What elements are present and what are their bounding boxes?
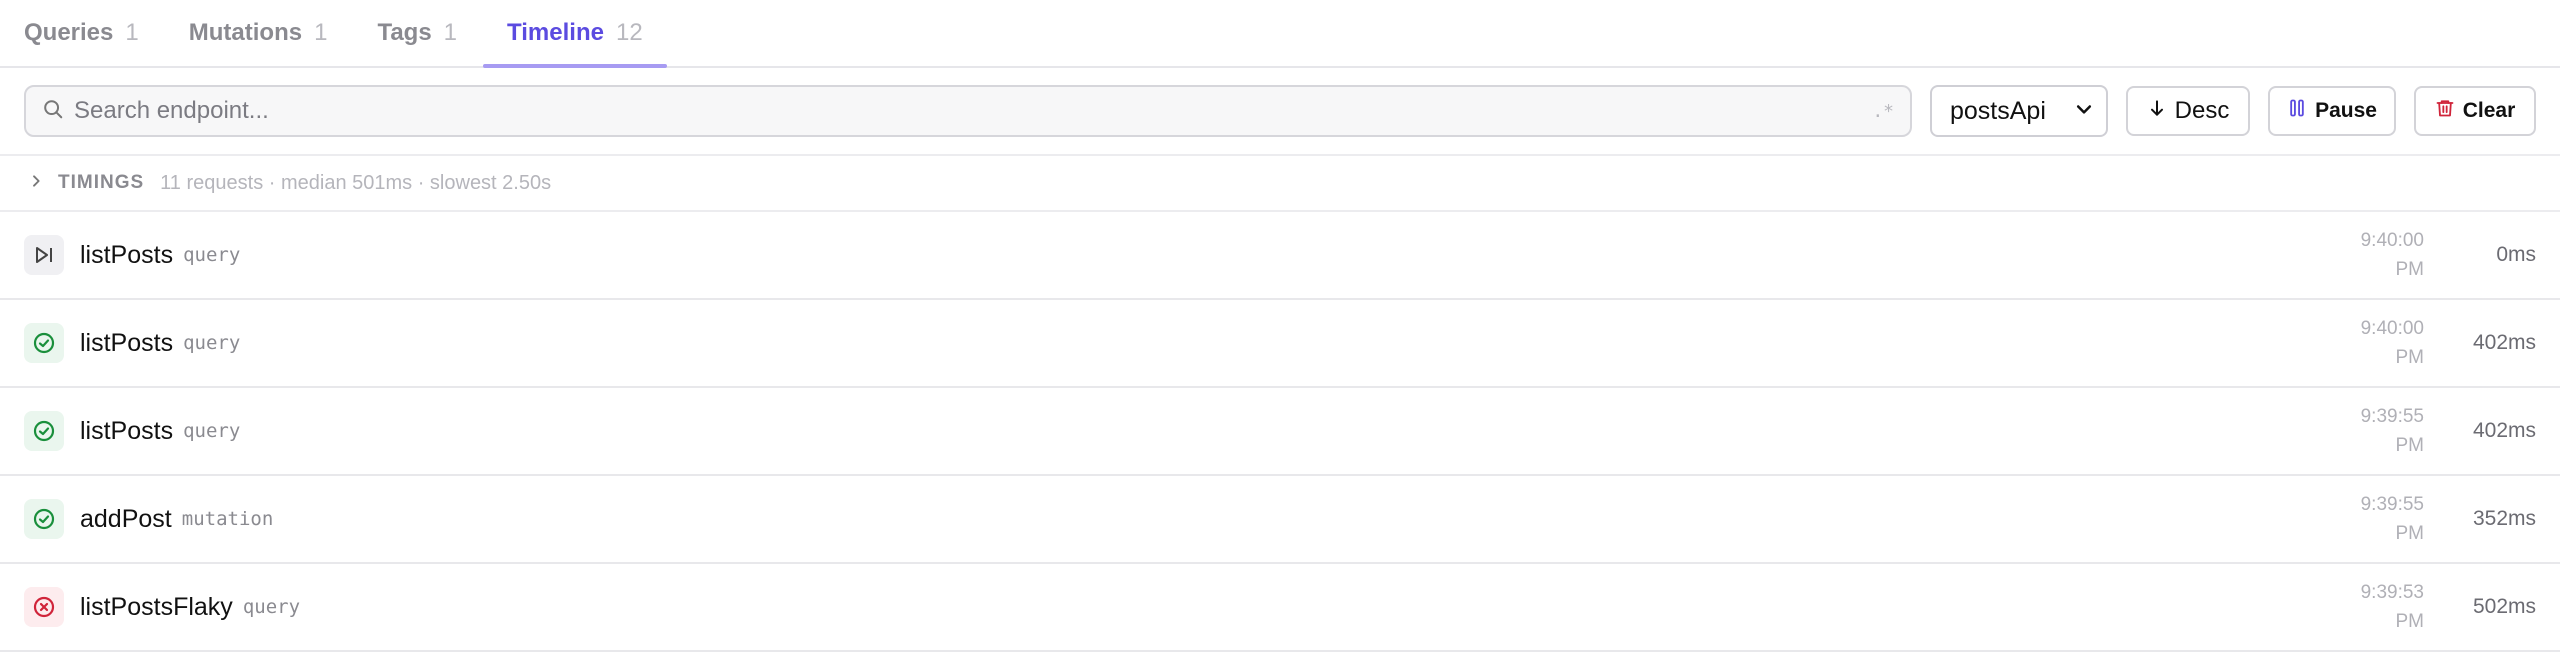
timeline-row[interactable]: listPosts query 9:40:00 PM 0ms bbox=[0, 212, 2560, 300]
duration: 402ms bbox=[2472, 331, 2536, 354]
timestamp: 9:39:53 PM bbox=[2334, 578, 2424, 636]
tab-bar: Queries 1 Mutations 1 Tags 1 Timeline 12 bbox=[0, 0, 2560, 68]
timings-toggle[interactable]: TIMINGS 11 requests · median 501ms · slo… bbox=[0, 156, 2560, 212]
toolbar: .* postsApi Desc Pause Clear bbox=[0, 68, 2560, 156]
chevron-down-icon bbox=[2074, 97, 2094, 126]
duration: 352ms bbox=[2472, 507, 2536, 530]
endpoint-name: listPosts bbox=[80, 328, 174, 357]
timestamp-time: 9:40:00 bbox=[2360, 230, 2424, 251]
endpoint-type: query bbox=[183, 420, 241, 442]
arrow-down-icon bbox=[2147, 97, 2167, 126]
timestamp: 9:40:00 PM bbox=[2334, 314, 2424, 372]
duration: 402ms bbox=[2472, 419, 2536, 442]
timestamp-time: 9:40:00 bbox=[2360, 318, 2424, 339]
tab-label: Timeline bbox=[507, 19, 604, 46]
timings-summary: 11 requests · median 501ms · slowest 2.5… bbox=[160, 171, 552, 194]
endpoint-name: listPosts bbox=[80, 416, 174, 445]
timestamp-period: PM bbox=[2395, 347, 2425, 368]
endpoint-name: addPost bbox=[80, 504, 172, 533]
clear-button[interactable]: Clear bbox=[2414, 86, 2536, 136]
error-circle-icon bbox=[24, 587, 64, 627]
endpoint-name: listPosts bbox=[80, 240, 174, 269]
api-select[interactable]: postsApi bbox=[1930, 85, 2108, 137]
tab-queries[interactable]: Queries 1 bbox=[24, 0, 139, 66]
endpoint-name: listPostsFlaky bbox=[80, 592, 233, 621]
tab-timeline[interactable]: Timeline 12 bbox=[483, 0, 667, 68]
trash-icon bbox=[2435, 97, 2455, 125]
regex-toggle[interactable]: .* bbox=[1872, 101, 1894, 122]
timestamp-period: PM bbox=[2395, 259, 2425, 280]
tab-label: Tags bbox=[377, 19, 432, 46]
tab-mutations[interactable]: Mutations 1 bbox=[189, 0, 328, 66]
timeline-list: listPosts query 9:40:00 PM 0ms listPosts … bbox=[0, 212, 2560, 652]
search-box: .* bbox=[24, 85, 1912, 137]
check-circle-icon bbox=[24, 411, 64, 451]
timestamp: 9:39:55 PM bbox=[2334, 402, 2424, 460]
endpoint-type: query bbox=[242, 596, 301, 618]
clear-label: Clear bbox=[2462, 99, 2516, 122]
tab-count: 1 bbox=[314, 19, 328, 46]
endpoint-type: query bbox=[183, 332, 241, 354]
search-input[interactable] bbox=[74, 97, 1863, 125]
chevron-right-icon bbox=[28, 172, 44, 195]
timeline-row[interactable]: addPost mutation 9:39:55 PM 352ms bbox=[0, 476, 2560, 564]
sort-order-label: Desc bbox=[2174, 97, 2230, 124]
endpoint-type: query bbox=[183, 244, 241, 266]
tab-tags[interactable]: Tags 1 bbox=[377, 0, 457, 66]
tab-label: Mutations bbox=[188, 19, 303, 46]
pause-button[interactable]: Pause bbox=[2268, 86, 2396, 136]
timestamp-period: PM bbox=[2395, 435, 2425, 456]
api-select-value: postsApi bbox=[1950, 96, 2046, 125]
timestamp: 9:40:00 PM bbox=[2334, 226, 2424, 284]
pause-icon bbox=[2287, 97, 2307, 125]
search-icon bbox=[42, 98, 64, 125]
duration: 0ms bbox=[2496, 243, 2536, 266]
skip-icon bbox=[24, 235, 64, 275]
timeline-row[interactable]: listPostsFlaky query 9:39:53 PM 502ms bbox=[0, 564, 2560, 652]
sort-order-button[interactable]: Desc bbox=[2126, 86, 2250, 136]
tab-count: 12 bbox=[615, 19, 643, 46]
tab-label: Queries bbox=[24, 19, 114, 46]
timings-label: TIMINGS bbox=[58, 172, 145, 193]
timestamp-time: 9:39:55 bbox=[2360, 494, 2424, 515]
timestamp-time: 9:39:55 bbox=[2360, 406, 2424, 427]
pause-label: Pause bbox=[2315, 99, 2377, 122]
timeline-row[interactable]: listPosts query 9:40:00 PM 402ms bbox=[0, 300, 2560, 388]
tab-count: 1 bbox=[125, 19, 139, 46]
tab-count: 1 bbox=[443, 19, 458, 46]
timeline-row[interactable]: listPosts query 9:39:55 PM 402ms bbox=[0, 388, 2560, 476]
timestamp-period: PM bbox=[2395, 611, 2425, 632]
timestamp-time: 9:39:53 bbox=[2360, 582, 2424, 603]
timestamp: 9:39:55 PM bbox=[2334, 490, 2424, 548]
check-circle-icon bbox=[24, 499, 64, 539]
timestamp-period: PM bbox=[2395, 523, 2425, 544]
endpoint-type: mutation bbox=[181, 508, 274, 530]
duration: 502ms bbox=[2472, 595, 2536, 618]
check-circle-icon bbox=[24, 323, 64, 363]
